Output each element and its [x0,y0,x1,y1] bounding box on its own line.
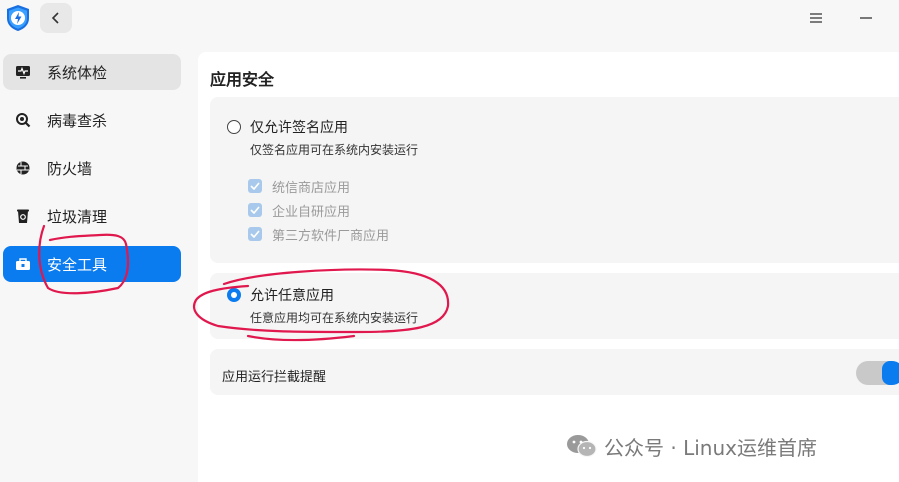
sidebar-item-label: 防火墙 [47,159,93,178]
menu-button[interactable] [806,8,826,28]
sidebar-item-security-tools[interactable]: 安全工具 [3,246,181,282]
any-apps-title: 允许任意应用 [250,288,334,304]
checkbox-label: 企业自研应用 [272,204,351,220]
app-logo-icon [4,4,32,32]
checkbox-enterprise-apps[interactable]: 企业自研应用 [248,201,351,220]
chevron-left-icon [51,12,59,24]
any-apps-radio[interactable] [227,288,241,302]
sidebar-item-label: 病毒查杀 [47,111,108,130]
signed-apps-card: 仅允许签名应用 仅签名应用可在系统内安装运行 统信商店应用 企业自研应用 第三方… [210,97,899,263]
trash-bin-icon [15,208,31,224]
checkbox-third-party-apps[interactable]: 第三方软件厂商应用 [248,225,390,244]
checkbox-label: 统信商店应用 [272,180,351,196]
checkbox-store-apps[interactable]: 统信商店应用 [248,177,351,196]
watermark: 公众号 · Linux运维首席 [566,430,817,462]
toolbox-icon [15,256,31,272]
watermark-text: 公众号 · Linux运维首席 [604,435,817,460]
sidebar-item-label: 系统体检 [47,63,108,82]
signed-apps-description: 仅签名应用可在系统内安装运行 [250,143,419,157]
section-title: 应用安全 [210,70,275,89]
intercept-reminder-label: 应用运行拦截提醒 [222,370,327,385]
checkbox-label: 第三方软件厂商应用 [272,228,390,244]
minimize-button[interactable] [856,8,876,28]
wechat-icon [566,433,598,459]
sidebar-item-virus-scan[interactable]: 病毒查杀 [3,102,181,138]
back-button[interactable] [40,3,72,33]
virus-scan-icon [15,112,31,128]
main-panel: 应用安全 仅允许签名应用 仅签名应用可在系统内安装运行 统信商店应用 企业自研应… [198,52,899,482]
any-apps-description: 任意应用均可在系统内安装运行 [250,311,419,325]
hamburger-menu-icon [810,13,822,23]
signed-apps-radio[interactable] [227,120,241,134]
signed-apps-title: 仅允许签名应用 [250,120,348,136]
sidebar-item-label: 垃圾清理 [47,207,108,226]
sidebar-item-firewall[interactable]: 防火墙 [3,150,181,186]
sidebar-item-cleanup[interactable]: 垃圾清理 [3,198,181,234]
intercept-reminder-row: 应用运行拦截提醒 [210,349,899,395]
toggle-knob [882,361,899,385]
monitor-pulse-icon [15,64,31,80]
sidebar-item-label: 安全工具 [47,255,108,274]
checkbox-icon [248,203,262,217]
sidebar: 系统体检 病毒查杀 防火墙 垃圾清理 安全工具 [0,44,190,482]
any-apps-card: 允许任意应用 任意应用均可在系统内安装运行 [210,273,899,339]
checkbox-icon [248,227,262,241]
sidebar-item-system-check[interactable]: 系统体检 [3,54,181,90]
firewall-icon [15,160,31,176]
minimize-icon [860,17,872,19]
checkbox-icon [248,179,262,193]
intercept-reminder-toggle[interactable] [856,361,899,385]
